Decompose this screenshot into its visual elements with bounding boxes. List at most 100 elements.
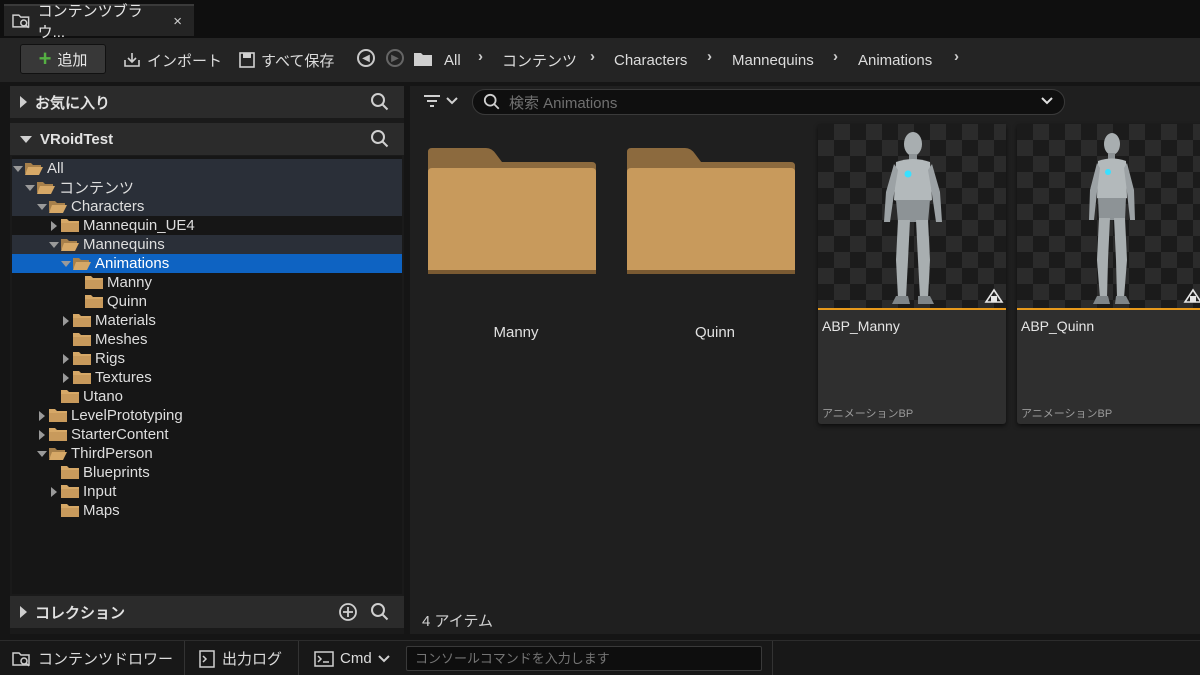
- tree-item-quinn[interactable]: Quinn: [12, 292, 402, 311]
- tree-item-meshes[interactable]: Meshes: [12, 330, 402, 349]
- folder-open-icon: [49, 448, 67, 460]
- folder-open-icon: [25, 163, 43, 175]
- tree-item-levelprototyping[interactable]: LevelPrototyping: [12, 406, 402, 425]
- tree-item-label: Meshes: [95, 331, 148, 348]
- folder-icon: [627, 148, 795, 274]
- chevron-right-icon[interactable]: ›: [707, 48, 712, 65]
- tree-item-blueprints[interactable]: Blueprints: [12, 463, 402, 482]
- chevron-down-icon[interactable]: [36, 203, 48, 210]
- chevron-down-icon[interactable]: [60, 260, 72, 267]
- chevron-right-icon: [20, 606, 27, 618]
- chevron-right-icon[interactable]: ›: [833, 48, 838, 65]
- tree-item-label: Utano: [83, 388, 124, 405]
- folder-icon: [61, 390, 79, 403]
- folder-tile-manny[interactable]: Manny: [422, 124, 610, 424]
- add-button-label: 追加: [57, 51, 88, 69]
- search-icon[interactable]: [370, 129, 390, 149]
- breadcrumb-all[interactable]: All: [444, 48, 461, 72]
- tree-item-mannequins[interactable]: Mannequins: [12, 235, 402, 254]
- folder-icon: [428, 148, 596, 274]
- tree-item-maps[interactable]: Maps: [12, 501, 402, 520]
- tree-item-rigs[interactable]: Rigs: [12, 349, 402, 368]
- folder-open-icon: [73, 258, 91, 270]
- tree-item-label: Quinn: [107, 293, 148, 310]
- tab-title: コンテンツブラウ...: [37, 3, 143, 41]
- chevron-down-icon[interactable]: [24, 184, 36, 191]
- tree-item-thirdperson[interactable]: ThirdPerson: [12, 444, 402, 463]
- folder-open-icon: [37, 182, 55, 194]
- tab-content-browser[interactable]: コンテンツブラウ... ×: [4, 3, 194, 41]
- folder-tile-quinn[interactable]: Quinn: [621, 124, 809, 424]
- chevron-right-icon[interactable]: ›: [590, 48, 595, 65]
- chevron-down-icon[interactable]: [1040, 94, 1054, 108]
- chevron-down-icon[interactable]: [48, 241, 60, 248]
- output-log-button[interactable]: 出力ログ: [198, 641, 282, 675]
- chevron-right-icon[interactable]: [36, 410, 48, 421]
- tree-item-input[interactable]: Input: [12, 482, 402, 501]
- project-header[interactable]: VRoidTest: [10, 123, 404, 155]
- status-bar: コンテンツドロワー 出力ログ Cmd: [0, 640, 1200, 675]
- chevron-right-icon[interactable]: [48, 486, 60, 497]
- tree-item-utano[interactable]: Utano: [12, 387, 402, 406]
- import-button[interactable]: インポート: [122, 48, 222, 72]
- cmd-dropdown[interactable]: Cmd: [314, 641, 390, 675]
- tree-item-materials[interactable]: Materials: [12, 311, 402, 330]
- animation-blueprint-icon: [984, 288, 1004, 303]
- chevron-right-icon[interactable]: [60, 315, 72, 326]
- chevron-right-icon[interactable]: [36, 429, 48, 440]
- chevron-down-icon: [446, 97, 458, 105]
- search-icon[interactable]: [370, 92, 390, 112]
- forward-icon[interactable]: ▶: [386, 49, 404, 67]
- tree-item-startercontent[interactable]: StarterContent: [12, 425, 402, 444]
- cmd-label: Cmd: [340, 650, 372, 667]
- back-icon[interactable]: ◀: [357, 49, 375, 67]
- chevron-right-icon[interactable]: ›: [478, 48, 483, 65]
- chevron-down-icon[interactable]: [12, 165, 24, 172]
- tree-item-label: Blueprints: [83, 464, 150, 481]
- folder-icon: [73, 352, 91, 365]
- tree-item-all[interactable]: All: [12, 159, 402, 178]
- breadcrumb-characters[interactable]: Characters: [614, 48, 687, 72]
- asset-tile-abp-manny[interactable]: ABP_Manny アニメーションBP: [818, 124, 1006, 424]
- chevron-right-icon[interactable]: [48, 220, 60, 231]
- search-icon[interactable]: [370, 602, 390, 622]
- tree-item-label: LevelPrototyping: [71, 407, 183, 424]
- console-command-input[interactable]: [406, 646, 762, 671]
- folder-label: Manny: [493, 324, 539, 341]
- breadcrumb-content[interactable]: コンテンツ: [502, 48, 577, 72]
- close-icon[interactable]: ×: [173, 13, 182, 30]
- tree-item-textures[interactable]: Textures: [12, 368, 402, 387]
- content-drawer-button[interactable]: コンテンツドロワー: [12, 641, 173, 675]
- save-all-button[interactable]: すべて保存: [238, 48, 334, 72]
- filter-button[interactable]: [422, 92, 458, 110]
- chevron-right-icon[interactable]: [60, 353, 72, 364]
- asset-type-bar: [1017, 308, 1200, 310]
- tree-item-label: Rigs: [95, 350, 126, 367]
- tree-item-characters[interactable]: Characters: [12, 197, 402, 216]
- add-collection-icon[interactable]: [338, 602, 358, 622]
- folder-icon: [61, 504, 79, 517]
- search-input[interactable]: 検索 Animations: [472, 89, 1065, 115]
- folder-icon: [414, 53, 432, 66]
- collections-header[interactable]: コレクション: [10, 596, 404, 628]
- tree-item-mannequin-ue4[interactable]: Mannequin_UE4: [12, 216, 402, 235]
- tree-item-label: All: [47, 160, 64, 177]
- asset-thumbnail: [818, 124, 1006, 308]
- folder-icon: [49, 428, 67, 441]
- project-title: VRoidTest: [40, 130, 114, 148]
- breadcrumb-animations[interactable]: Animations: [858, 48, 932, 72]
- tree-item-animations[interactable]: Animations: [12, 254, 402, 273]
- folder-icon: [61, 219, 79, 232]
- favorites-header[interactable]: お気に入り: [10, 86, 404, 118]
- tree-item-manny[interactable]: Manny: [12, 273, 402, 292]
- chevron-right-icon[interactable]: [60, 372, 72, 383]
- breadcrumb-mannequins[interactable]: Mannequins: [732, 48, 814, 72]
- folder-icon: [73, 333, 91, 346]
- tree-item-[interactable]: コンテンツ: [12, 178, 402, 197]
- folder-icon: [85, 295, 103, 308]
- chevron-right-icon[interactable]: ›: [954, 48, 959, 65]
- chevron-down-icon[interactable]: [36, 450, 48, 457]
- add-button[interactable]: + 追加: [20, 44, 106, 74]
- item-count: 4 アイテム: [422, 613, 494, 630]
- asset-tile-abp-quinn[interactable]: ABP_Quinn アニメーションBP: [1017, 124, 1200, 424]
